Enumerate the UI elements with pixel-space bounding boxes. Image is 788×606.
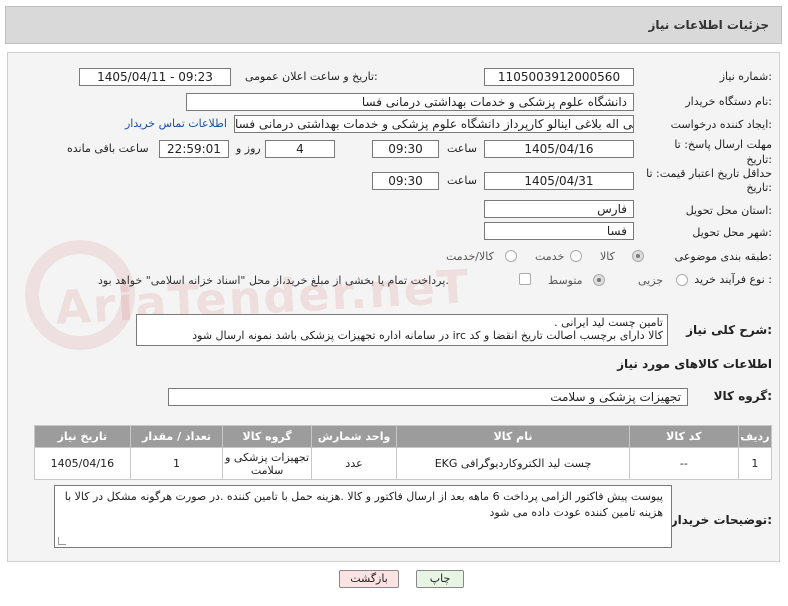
reply-deadline-label: مهلت ارسال پاسخ: تا تاریخ: (674, 138, 772, 166)
buyer-notes-label: توضیحات خریدار: (670, 513, 772, 527)
need-number-field: 1105003912000560 (484, 68, 634, 86)
remaining-time-field: 22:59:01 (159, 140, 229, 158)
treasury-payment-checkbox[interactable] (519, 273, 531, 285)
process-radio-medium[interactable] (593, 274, 605, 286)
description-line-2: کالا دارای برچسب اصالت تاریخ انقضا و کد … (192, 329, 663, 342)
goods-table: ردیف کد کالا نام کالا واحد شمارش گروه کا… (34, 425, 773, 480)
reply-days-label: روز و (236, 142, 261, 155)
need-number-label: شماره نیاز: (719, 70, 772, 83)
goods-group-field: تجهیزات پزشکی و سلامت (168, 388, 688, 406)
process-option-medium: متوسط (548, 274, 583, 287)
cell-quantity: 1 (129, 447, 224, 480)
category-label: طبقه بندی موضوعی: (674, 250, 772, 263)
cell-row: 1 (737, 447, 773, 480)
category-radio-service[interactable] (570, 250, 582, 262)
category-option-service: خدمت (535, 250, 565, 263)
price-validity-time-field: 09:30 (372, 172, 439, 190)
col-row: ردیف (737, 425, 773, 448)
category-radio-goods-service[interactable] (505, 250, 517, 262)
cell-unit: عدد (310, 447, 398, 480)
category-radio-goods[interactable] (632, 250, 644, 262)
buyer-org-label: نام دستگاه خریدار: (685, 95, 772, 108)
print-button[interactable]: چاپ (416, 570, 464, 588)
reply-days-field: 4 (265, 140, 335, 158)
category-option-goods-service: کالا/خدمت (446, 250, 494, 263)
process-option-minor: جزیی (638, 274, 664, 287)
col-name: نام کالا (396, 425, 630, 448)
category-option-goods: کالا (600, 250, 615, 263)
buyer-org-field: دانشگاه علوم پزشکی و خدمات بهداشتی درمان… (186, 93, 634, 111)
treasury-payment-note: پرداخت تمام یا بخشی از مبلغ خرید،از محل … (98, 274, 449, 287)
page-header: جزئیات اطلاعات نیاز (5, 6, 782, 44)
city-field: فسا (484, 222, 634, 240)
announce-label: تاریخ و ساعت اعلان عمومی: (245, 70, 378, 83)
goods-info-title: اطلاعات کالاهای مورد نیاز (617, 357, 772, 371)
price-validity-time-label: ساعت (447, 174, 477, 187)
reply-time-label: ساعت (447, 142, 477, 155)
province-field: فارس (484, 200, 634, 218)
description-textarea[interactable]: تامین چست لید ایرانی . کالا دارای برچسب … (136, 314, 668, 346)
col-code: کد کالا (628, 425, 739, 448)
back-button[interactable]: بازگشت (339, 570, 399, 588)
buyer-notes-textarea[interactable]: پیوست پیش فاکتور الزامی پرداخت 6 ماهه بع… (54, 485, 672, 548)
col-quantity: تعداد / مقدار (129, 425, 224, 448)
process-label: نوع فرآیند خرید : (694, 273, 772, 286)
announce-field: 1405/04/11 - 09:23 (79, 68, 231, 86)
price-validity-date-field: 1405/04/31 (484, 172, 634, 190)
table-row: 1 -- چست لید الکتروکاردیوگرافی EKG عدد ت… (34, 447, 773, 480)
col-date: تاریخ نیاز (34, 425, 131, 448)
creator-label: ایجاد کننده درخواست: (670, 118, 772, 131)
buyer-notes-text: پیوست پیش فاکتور الزامی پرداخت 6 ماهه بع… (64, 490, 663, 519)
col-group: گروه کالا (222, 425, 312, 448)
resize-handle-icon[interactable] (58, 537, 66, 545)
description-label: شرح کلی نیاز: (686, 323, 772, 337)
reply-time-field: 09:30 (372, 140, 439, 158)
page-title: جزئیات اطلاعات نیاز (648, 18, 769, 32)
buyer-contact-link[interactable]: اطلاعات تماس خریدار (125, 117, 227, 130)
creator-field: نبی اله بلاغی اینالو کارپرداز دانشگاه عل… (234, 115, 634, 133)
remaining-time-label: ساعت باقی مانده (67, 142, 149, 155)
price-validity-label: حداقل تاریخ اعتبار قیمت: تا تاریخ: (646, 167, 772, 194)
cell-group: تجهیزات پزشکی و سلامت (222, 447, 312, 480)
city-label: شهر محل تحویل: (692, 226, 772, 239)
goods-table-header: ردیف کد کالا نام کالا واحد شمارش گروه کا… (34, 425, 773, 448)
col-unit: واحد شمارش (310, 425, 398, 448)
cell-code: -- (628, 447, 739, 480)
province-label: استان محل تحویل: (685, 204, 772, 217)
process-radio-minor[interactable] (676, 274, 688, 286)
cell-date: 1405/04/16 (34, 447, 131, 480)
cell-name: چست لید الکتروکاردیوگرافی EKG (396, 447, 630, 480)
goods-group-label: گروه کالا: (713, 389, 772, 403)
reply-date-field: 1405/04/16 (484, 140, 634, 158)
description-line-1: تامین چست لید ایرانی . (554, 316, 663, 329)
